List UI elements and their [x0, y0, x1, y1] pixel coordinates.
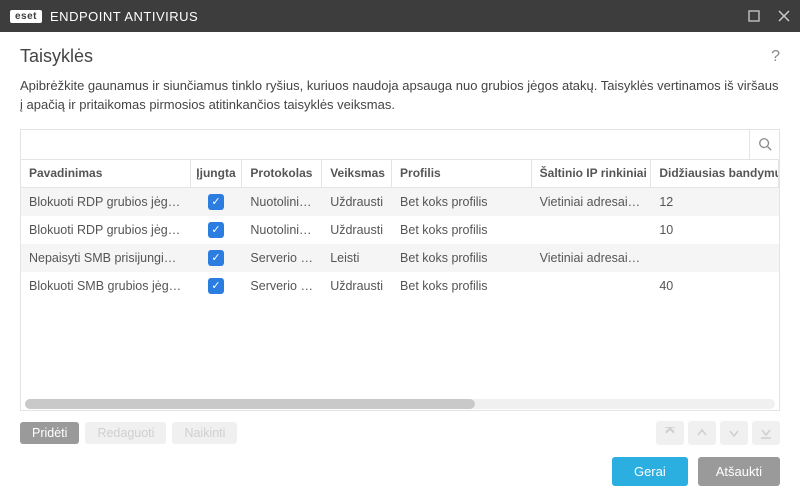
content: Taisyklės ? Apibrėžkite gaunamus ir siun…	[0, 32, 800, 500]
col-enabled[interactable]: Įjungta	[191, 160, 243, 187]
cell-protocol: Nuotolinio...	[242, 223, 322, 237]
checkbox-checked-icon[interactable]: ✓	[208, 194, 224, 210]
cell-max: 10	[651, 223, 779, 237]
page-description: Apibrėžkite gaunamus ir siunčiamus tinkl…	[20, 77, 780, 115]
footer-buttons: Gerai Atšaukti	[612, 457, 780, 486]
delete-button: Naikinti	[172, 422, 237, 444]
table-row[interactable]: Blokuoti RDP grubios jėgos ... ✓ Nuotolini…	[21, 216, 779, 244]
cell-protocol: Serverio pr...	[242, 251, 322, 265]
table-filler	[21, 328, 779, 398]
search-row	[21, 130, 779, 160]
move-buttons	[656, 421, 780, 445]
page-title: Taisyklės	[20, 46, 93, 67]
cell-max: 12	[651, 195, 779, 209]
horizontal-scrollbar[interactable]	[21, 398, 779, 410]
close-icon[interactable]	[778, 10, 790, 22]
move-up-icon	[688, 421, 716, 445]
cell-name: Blokuoti RDP grubios jėgos ...	[21, 195, 191, 209]
move-down-icon	[720, 421, 748, 445]
cell-name: Blokuoti RDP grubios jėgos ...	[21, 223, 191, 237]
cell-max: 40	[651, 279, 779, 293]
cell-protocol: Serverio pr...	[242, 279, 322, 293]
help-icon[interactable]: ?	[771, 48, 780, 66]
edit-button: Redaguoti	[85, 422, 166, 444]
cancel-button[interactable]: Atšaukti	[698, 457, 780, 486]
rules-table: Pavadinimas Įjungta Protokolas Veiksmas …	[20, 129, 780, 411]
add-button[interactable]: Pridėti	[20, 422, 79, 444]
table-header: Pavadinimas Įjungta Protokolas Veiksmas …	[21, 160, 779, 188]
page-header: Taisyklės ?	[20, 46, 780, 67]
move-bottom-icon	[752, 421, 780, 445]
table-body: Blokuoti RDP grubios jėgos ... ✓ Nuotolini…	[21, 188, 779, 328]
minimize-icon[interactable]	[748, 10, 760, 22]
cell-action: Uždrausti	[322, 223, 392, 237]
col-action[interactable]: Veiksmas	[322, 160, 392, 187]
col-profile[interactable]: Profilis	[392, 160, 532, 187]
cell-profile: Bet koks profilis	[392, 195, 532, 209]
window-controls	[748, 10, 790, 22]
col-name[interactable]: Pavadinimas	[21, 160, 191, 187]
cell-action: Uždrausti	[322, 279, 392, 293]
search-icon[interactable]	[749, 130, 779, 159]
cell-profile: Bet koks profilis	[392, 251, 532, 265]
col-srcip[interactable]: Šaltinio IP rinkiniai	[532, 160, 652, 187]
checkbox-checked-icon[interactable]: ✓	[208, 222, 224, 238]
cell-action: Leisti	[322, 251, 392, 265]
col-protocol[interactable]: Protokolas	[242, 160, 322, 187]
cell-srcip: Vietiniai adresai, ...	[532, 195, 652, 209]
table-row[interactable]: Blokuoti SMB grubios jėgos ... ✓ Serverio …	[21, 272, 779, 300]
titlebar: eset ENDPOINT ANTIVIRUS	[0, 0, 800, 32]
brand-name: ENDPOINT ANTIVIRUS	[50, 9, 198, 24]
brand-logo: eset	[10, 10, 42, 23]
cell-enabled[interactable]: ✓	[191, 278, 243, 294]
checkbox-checked-icon[interactable]: ✓	[208, 278, 224, 294]
cell-srcip: Vietiniai adresai, ...	[532, 251, 652, 265]
search-input[interactable]	[21, 130, 749, 159]
checkbox-checked-icon[interactable]: ✓	[208, 250, 224, 266]
col-max[interactable]: Didžiausias bandymų skaičius	[651, 160, 779, 187]
cell-enabled[interactable]: ✓	[191, 194, 243, 210]
cell-name: Blokuoti SMB grubios jėgos ...	[21, 279, 191, 293]
cell-enabled[interactable]: ✓	[191, 222, 243, 238]
cell-name: Nepaisyti SMB prisijungimo ...	[21, 251, 191, 265]
toolbar: Pridėti Redaguoti Naikinti	[20, 421, 780, 445]
cell-action: Uždrausti	[322, 195, 392, 209]
cell-protocol: Nuotolinio...	[242, 195, 322, 209]
ok-button[interactable]: Gerai	[612, 457, 688, 486]
move-top-icon	[656, 421, 684, 445]
table-row[interactable]: Blokuoti RDP grubios jėgos ... ✓ Nuotolini…	[21, 188, 779, 216]
cell-profile: Bet koks profilis	[392, 223, 532, 237]
cell-profile: Bet koks profilis	[392, 279, 532, 293]
table-row[interactable]: Nepaisyti SMB prisijungimo ... ✓ Serverio …	[21, 244, 779, 272]
cell-enabled[interactable]: ✓	[191, 250, 243, 266]
